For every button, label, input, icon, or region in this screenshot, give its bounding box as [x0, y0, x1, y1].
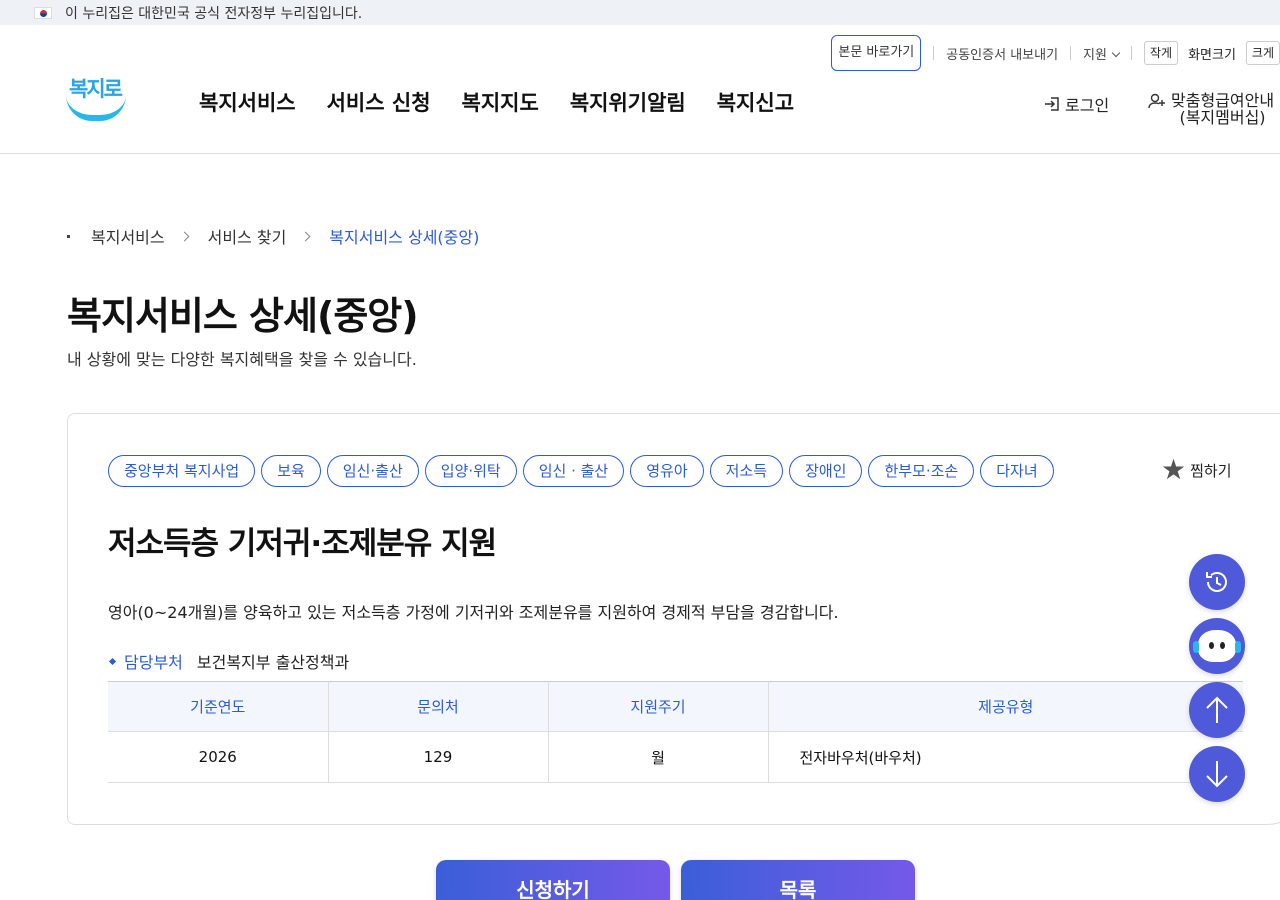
apply-button[interactable]: 신청하기: [436, 860, 670, 900]
nav-welfare-crisis-alert[interactable]: 복지위기알림: [570, 87, 686, 117]
page-description: 내 상황에 맞는 다양한 복지혜택을 찾을 수 있습니다.: [67, 350, 417, 369]
login-icon: [1045, 97, 1059, 111]
history-icon: [1206, 572, 1227, 592]
table-cell: 전자바우처(바우처): [768, 731, 1243, 783]
tag[interactable]: 한부모·조손: [868, 455, 975, 487]
table-header: 제공유형: [768, 681, 1243, 732]
arrow-up-icon: [1206, 696, 1228, 723]
bullet-icon: [108, 657, 117, 665]
support-dropdown[interactable]: 지원: [1083, 44, 1121, 63]
font-size-label: 화면크기: [1188, 47, 1236, 63]
cert-export-link[interactable]: 공동인증서 내보내기: [946, 44, 1058, 63]
login-label: 로그인: [1065, 96, 1110, 115]
nav-welfare-map[interactable]: 복지지도: [462, 87, 539, 117]
login-button[interactable]: 로그인: [1043, 92, 1109, 116]
gov-banner-text: 이 누리집은 대한민국 공식 전자정부 누리집입니다.: [65, 5, 363, 22]
table-header: 기준연도: [108, 681, 329, 732]
tag[interactable]: 저소득: [709, 455, 784, 487]
divider: [1070, 46, 1072, 60]
chatbot-button[interactable]: [1189, 618, 1245, 674]
logo-smile-icon: [66, 95, 126, 121]
service-description: 영아(0~24개월)를 양육하고 있는 저소득층 가정에 기저귀와 조제분유를 …: [108, 603, 839, 622]
breadcrumb-current: 복지서비스 상세(중앙): [329, 228, 480, 247]
scroll-top-button[interactable]: [1189, 682, 1245, 738]
tag[interactable]: 임신·출산: [326, 455, 419, 487]
star-icon: ★: [1161, 453, 1187, 486]
list-button[interactable]: 목록: [681, 860, 915, 900]
font-large-button[interactable]: 크게: [1245, 41, 1280, 65]
nav-welfare-report[interactable]: 복지신고: [717, 87, 794, 117]
tag[interactable]: 입양·위탁: [424, 455, 517, 487]
home-dot-icon: [67, 234, 70, 238]
member-guide-link[interactable]: 맞춤형급여안내 (복지멤버십): [1147, 92, 1274, 126]
department-value: 보건복지부 출산정책과: [196, 653, 350, 672]
chatbot-icon: [1193, 630, 1241, 662]
arrow-down-icon: [1206, 761, 1228, 788]
utility-bar: 본문 바로가기 공동인증서 내보내기 지원 작게 화면크기 크게: [831, 35, 1280, 71]
gov-banner: 이 누리집은 대한민국 공식 전자정부 누리집입니다.: [0, 0, 1280, 25]
user-add-icon: [1148, 93, 1165, 109]
table-row: 2026 129 월 전자바우처(바우처): [108, 731, 1243, 783]
main-nav: 복지서비스 서비스 신청 복지지도 복지위기알림 복지신고: [199, 87, 794, 117]
nav-service-apply[interactable]: 서비스 신청: [327, 87, 431, 117]
favorite-label: 찜하기: [1190, 461, 1232, 480]
service-card: 중앙부처 복지사업 보육 임신·출산 입양·위탁 임신 · 출산 영유아 저소득…: [67, 413, 1280, 825]
divider: [1130, 46, 1132, 60]
table-cell: 2026: [108, 731, 329, 783]
breadcrumb: 복지서비스 서비스 찾기 복지서비스 상세(중앙): [67, 224, 479, 248]
table-cell: 129: [328, 731, 549, 783]
korea-flag-icon: [34, 6, 52, 19]
service-info-table: 기준연도 문의처 지원주기 제공유형 2026 129 월 전자바우처(바우처): [108, 681, 1243, 783]
nav-welfare-service[interactable]: 복지서비스: [199, 87, 296, 117]
tag[interactable]: 보육: [261, 455, 321, 487]
tag[interactable]: 중앙부처 복지사업: [108, 455, 256, 487]
breadcrumb-item[interactable]: 서비스 찾기: [208, 224, 287, 248]
tag[interactable]: 다자녀: [980, 455, 1054, 487]
page-title: 복지서비스 상세(중앙): [67, 294, 419, 338]
tag-list: 중앙부처 복지사업 보육 임신·출산 입양·위탁 임신 · 출산 영유아 저소득…: [108, 455, 1054, 487]
service-title: 저소득층 기저귀·조제분유 지원: [108, 526, 497, 562]
breadcrumb-item[interactable]: 복지서비스: [91, 224, 165, 248]
department: 담당부처 보건복지부 출산정책과: [108, 649, 349, 673]
chevron-right-icon: [300, 231, 311, 241]
chevron-right-icon: [179, 231, 190, 241]
member-line2: (복지멤버십): [1179, 108, 1266, 127]
tag[interactable]: 장애인: [789, 455, 863, 487]
tag[interactable]: 임신 · 출산: [522, 455, 625, 487]
divider: [933, 46, 935, 60]
recent-history-button[interactable]: [1189, 554, 1245, 610]
table-header: 지원주기: [548, 681, 769, 732]
table-header: 문의처: [328, 681, 549, 732]
skip-to-content-button[interactable]: 본문 바로가기: [831, 35, 922, 71]
chevron-down-icon: [1111, 48, 1121, 57]
logo[interactable]: 복지로: [66, 73, 128, 125]
font-small-button[interactable]: 작게: [1143, 41, 1179, 65]
member-line1: 맞춤형급여안내: [1171, 91, 1275, 110]
scroll-bottom-button[interactable]: [1189, 746, 1245, 802]
favorite-button[interactable]: ★ 찜하기: [1161, 456, 1232, 484]
tag[interactable]: 영유아: [630, 455, 704, 487]
table-cell: 월: [548, 731, 769, 783]
department-label: 담당부처: [124, 653, 183, 672]
support-label: 지원: [1083, 47, 1107, 63]
